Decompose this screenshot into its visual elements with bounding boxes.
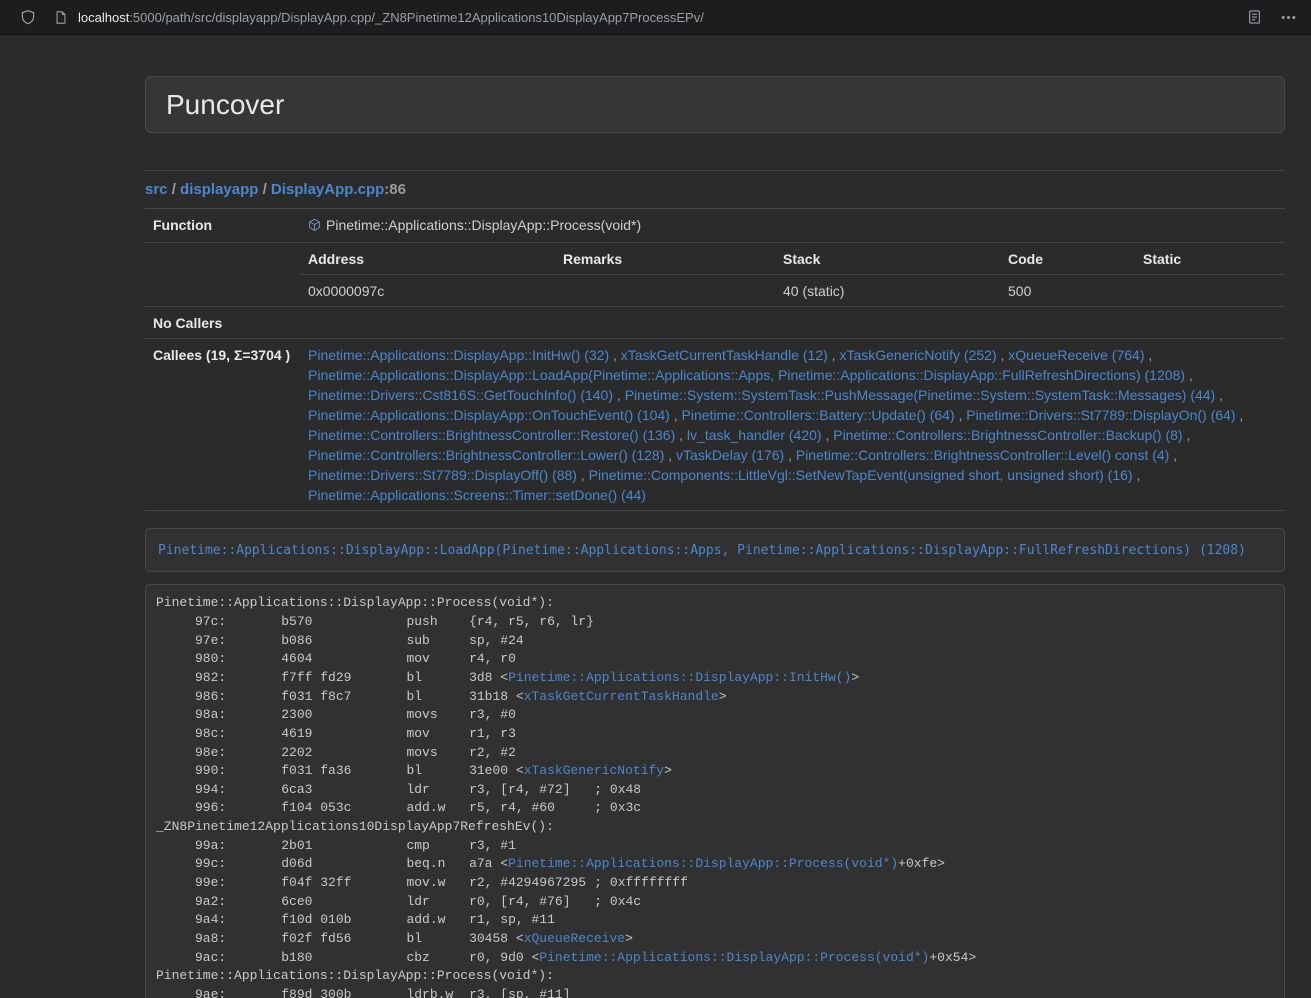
url-text: localhost:5000/path/src/displayapp/Displ… bbox=[78, 10, 704, 25]
function-table: Function Pinetime::Applications::Display… bbox=[145, 208, 1285, 511]
stats-row: Address Remarks Stack Code Static 0x0000… bbox=[145, 243, 1285, 307]
code-symbol-link[interactable]: xTaskGetCurrentTaskHandle bbox=[524, 689, 719, 704]
divider bbox=[145, 170, 1285, 171]
breadcrumb-link-displayapp.cpp[interactable]: DisplayApp.cpp bbox=[271, 181, 384, 198]
callee-link[interactable]: Pinetime::Drivers::St7789::DisplayOff() … bbox=[308, 467, 577, 483]
callee-link[interactable]: Pinetime::Controllers::BrightnessControl… bbox=[833, 427, 1182, 443]
page-icon bbox=[54, 10, 68, 25]
breadcrumb-separator: / bbox=[168, 181, 181, 198]
callee-link[interactable]: Pinetime::Controllers::Battery::Update()… bbox=[682, 407, 955, 423]
url-path: :5000/path/src/displayapp/DisplayApp.cpp… bbox=[129, 10, 704, 25]
address-bar[interactable]: localhost:5000/path/src/displayapp/Displ… bbox=[54, 10, 1247, 25]
function-row: Function Pinetime::Applications::Display… bbox=[145, 209, 1285, 243]
breadcrumb-link-src[interactable]: src bbox=[145, 181, 168, 198]
callee-separator: , bbox=[955, 407, 967, 423]
no-callers-row: No Callers bbox=[145, 307, 1285, 339]
column-address: Address bbox=[300, 243, 555, 275]
callee-link[interactable]: Pinetime::System::SystemTask::PushMessag… bbox=[625, 387, 1216, 403]
callee-separator: , bbox=[784, 447, 796, 463]
callees-list: Pinetime::Applications::DisplayApp::Init… bbox=[300, 339, 1285, 511]
code-symbol-link[interactable]: Pinetime::Applications::DisplayApp::Init… bbox=[508, 670, 851, 685]
cell-code: 500 bbox=[1000, 275, 1135, 307]
stats-table: Address Remarks Stack Code Static 0x0000… bbox=[300, 243, 1285, 306]
callee-separator: , bbox=[1144, 347, 1152, 363]
cell-address: 0x0000097c bbox=[300, 275, 555, 307]
callee-separator: , bbox=[997, 347, 1009, 363]
callee-link[interactable]: xQueueReceive (764) bbox=[1008, 347, 1144, 363]
code-symbol-link[interactable]: xTaskGenericNotify bbox=[524, 763, 664, 778]
symbol-panel: Pinetime::Applications::DisplayApp::Load… bbox=[145, 528, 1285, 572]
callee-separator: , bbox=[577, 467, 589, 483]
callee-link[interactable]: Pinetime::Controllers::BrightnessControl… bbox=[796, 447, 1169, 463]
stats-header-row: Address Remarks Stack Code Static bbox=[300, 243, 1285, 275]
callee-separator: , bbox=[1133, 467, 1141, 483]
shield-icon[interactable] bbox=[20, 9, 36, 26]
code-symbol-link[interactable]: Pinetime::Applications::DisplayApp::Proc… bbox=[539, 950, 929, 965]
breadcrumb: src / displayapp / DisplayApp.cpp:86 bbox=[145, 181, 1285, 198]
page-header: Puncover bbox=[145, 76, 1285, 133]
callee-link[interactable]: Pinetime::Components::LittleVgl::SetNewT… bbox=[589, 467, 1133, 483]
callee-link[interactable]: Pinetime::Applications::DisplayApp::Load… bbox=[308, 367, 1185, 383]
breadcrumb-line-number: :86 bbox=[384, 181, 406, 198]
column-code: Code bbox=[1000, 243, 1135, 275]
stats-row-spacer bbox=[145, 243, 300, 307]
column-remarks: Remarks bbox=[555, 243, 775, 275]
loadapp-symbol-link[interactable]: Pinetime::Applications::DisplayApp::Load… bbox=[158, 543, 1246, 558]
reader-view-icon[interactable] bbox=[1247, 9, 1262, 25]
url-host: localhost bbox=[78, 10, 129, 25]
more-menu-icon[interactable] bbox=[1280, 9, 1297, 26]
breadcrumb-separator: / bbox=[258, 181, 271, 198]
column-static: Static bbox=[1135, 243, 1285, 275]
column-stack: Stack bbox=[775, 243, 1000, 275]
callee-link[interactable]: lv_task_handler (420) bbox=[687, 427, 822, 443]
callee-link[interactable]: vTaskDelay (176) bbox=[676, 447, 784, 463]
callees-row: Callees (19, Σ=3704 ) Pinetime::Applicat… bbox=[145, 339, 1285, 511]
symbol-cube-icon bbox=[308, 217, 321, 237]
code-symbol-link[interactable]: xQueueReceive bbox=[524, 931, 625, 946]
cell-static bbox=[1135, 275, 1285, 307]
main-content: Puncover src / displayapp / DisplayApp.c… bbox=[145, 35, 1285, 998]
stats-cell: Address Remarks Stack Code Static 0x0000… bbox=[300, 243, 1285, 307]
cell-remarks bbox=[555, 275, 775, 307]
code-symbol-link[interactable]: Pinetime::Applications::DisplayApp::Proc… bbox=[508, 856, 898, 871]
callee-separator: , bbox=[822, 427, 834, 443]
disassembly-panel: Pinetime::Applications::DisplayApp::Proc… bbox=[145, 584, 1285, 998]
function-name-cell: Pinetime::Applications::DisplayApp::Proc… bbox=[300, 209, 1285, 243]
cell-stack: 40 (static) bbox=[775, 275, 1000, 307]
callee-separator: , bbox=[1215, 387, 1223, 403]
callee-link[interactable]: Pinetime::Applications::DisplayApp::OnTo… bbox=[308, 407, 670, 423]
function-label: Function bbox=[145, 209, 300, 243]
callee-separator: , bbox=[828, 347, 840, 363]
page-title: Puncover bbox=[166, 90, 1264, 119]
callee-link[interactable]: Pinetime::Controllers::BrightnessControl… bbox=[308, 447, 664, 463]
callee-separator: , bbox=[1185, 367, 1193, 383]
callee-separator: , bbox=[1169, 447, 1177, 463]
stats-data-row: 0x0000097c 40 (static) 500 bbox=[300, 275, 1285, 307]
callee-link[interactable]: Pinetime::Applications::Screens::Timer::… bbox=[308, 487, 646, 503]
callee-separator: , bbox=[609, 347, 621, 363]
callee-separator: , bbox=[613, 387, 625, 403]
callee-link[interactable]: Pinetime::Drivers::Cst816S::GetTouchInfo… bbox=[308, 387, 613, 403]
callee-separator: , bbox=[1183, 427, 1191, 443]
callees-label: Callees (19, Σ=3704 ) bbox=[145, 339, 300, 511]
callee-link[interactable]: Pinetime::Applications::DisplayApp::Init… bbox=[308, 347, 609, 363]
callee-separator: , bbox=[664, 447, 676, 463]
no-callers-cell bbox=[300, 307, 1285, 339]
function-name: Pinetime::Applications::DisplayApp::Proc… bbox=[326, 217, 641, 233]
callee-separator: , bbox=[675, 427, 687, 443]
disassembly-code: Pinetime::Applications::DisplayApp::Proc… bbox=[156, 595, 976, 998]
breadcrumb-link-displayapp[interactable]: displayapp bbox=[180, 181, 258, 198]
callee-link[interactable]: xTaskGetCurrentTaskHandle (12) bbox=[621, 347, 828, 363]
browser-toolbar: localhost:5000/path/src/displayapp/Displ… bbox=[0, 0, 1311, 35]
callee-link[interactable]: xTaskGenericNotify (252) bbox=[839, 347, 996, 363]
callee-separator: , bbox=[1236, 407, 1244, 423]
callee-separator: , bbox=[670, 407, 682, 423]
no-callers-label: No Callers bbox=[145, 307, 300, 339]
callee-link[interactable]: Pinetime::Drivers::St7789::DisplayOn() (… bbox=[966, 407, 1235, 423]
callee-link[interactable]: Pinetime::Controllers::BrightnessControl… bbox=[308, 427, 675, 443]
